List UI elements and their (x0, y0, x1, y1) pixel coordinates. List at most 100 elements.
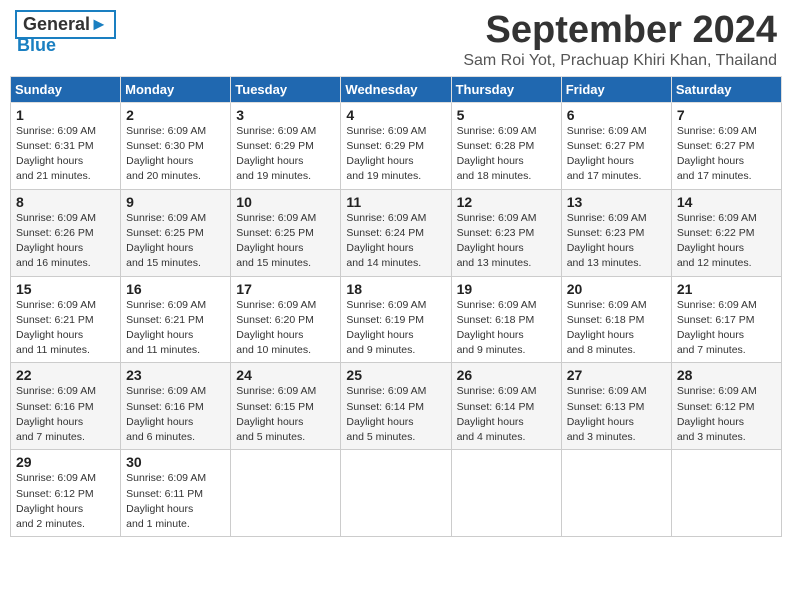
calendar-cell: 10 Sunrise: 6:09 AM Sunset: 6:25 PM Dayl… (231, 189, 341, 276)
day-info: Sunrise: 6:09 AM Sunset: 6:29 PM Dayligh… (236, 124, 335, 185)
day-info: Sunrise: 6:09 AM Sunset: 6:25 PM Dayligh… (126, 211, 225, 272)
day-number: 28 (677, 367, 776, 383)
day-info: Sunrise: 6:09 AM Sunset: 6:23 PM Dayligh… (457, 211, 556, 272)
day-number: 21 (677, 281, 776, 297)
day-number: 8 (16, 194, 115, 210)
calendar-cell: 1 Sunrise: 6:09 AM Sunset: 6:31 PM Dayli… (11, 102, 121, 189)
col-wednesday: Wednesday (341, 76, 451, 102)
day-number: 7 (677, 107, 776, 123)
day-number: 22 (16, 367, 115, 383)
day-info: Sunrise: 6:09 AM Sunset: 6:18 PM Dayligh… (567, 298, 666, 359)
location-subtitle: Sam Roi Yot, Prachuap Khiri Khan, Thaila… (463, 52, 777, 70)
calendar-cell: 19 Sunrise: 6:09 AM Sunset: 6:18 PM Dayl… (451, 276, 561, 363)
day-info: Sunrise: 6:09 AM Sunset: 6:21 PM Dayligh… (16, 298, 115, 359)
day-number: 24 (236, 367, 335, 383)
calendar-cell: 29 Sunrise: 6:09 AM Sunset: 6:12 PM Dayl… (11, 450, 121, 537)
calendar-cell: 23 Sunrise: 6:09 AM Sunset: 6:16 PM Dayl… (121, 363, 231, 450)
col-thursday: Thursday (451, 76, 561, 102)
calendar-cell: 22 Sunrise: 6:09 AM Sunset: 6:16 PM Dayl… (11, 363, 121, 450)
day-info: Sunrise: 6:09 AM Sunset: 6:24 PM Dayligh… (346, 211, 445, 272)
calendar-cell (341, 450, 451, 537)
day-info: Sunrise: 6:09 AM Sunset: 6:27 PM Dayligh… (677, 124, 776, 185)
calendar-table: Sunday Monday Tuesday Wednesday Thursday… (10, 76, 782, 537)
day-number: 4 (346, 107, 445, 123)
calendar-cell: 26 Sunrise: 6:09 AM Sunset: 6:14 PM Dayl… (451, 363, 561, 450)
day-number: 30 (126, 454, 225, 470)
day-info: Sunrise: 6:09 AM Sunset: 6:13 PM Dayligh… (567, 384, 666, 445)
day-number: 27 (567, 367, 666, 383)
day-info: Sunrise: 6:09 AM Sunset: 6:14 PM Dayligh… (346, 384, 445, 445)
day-info: Sunrise: 6:09 AM Sunset: 6:21 PM Dayligh… (126, 298, 225, 359)
day-number: 13 (567, 194, 666, 210)
calendar-cell: 7 Sunrise: 6:09 AM Sunset: 6:27 PM Dayli… (671, 102, 781, 189)
calendar-cell: 18 Sunrise: 6:09 AM Sunset: 6:19 PM Dayl… (341, 276, 451, 363)
calendar-cell: 20 Sunrise: 6:09 AM Sunset: 6:18 PM Dayl… (561, 276, 671, 363)
day-info: Sunrise: 6:09 AM Sunset: 6:12 PM Dayligh… (16, 471, 115, 532)
calendar-cell (671, 450, 781, 537)
day-number: 12 (457, 194, 556, 210)
day-info: Sunrise: 6:09 AM Sunset: 6:23 PM Dayligh… (567, 211, 666, 272)
page-header: General► Blue September 2024 Sam Roi Yot… (10, 10, 782, 70)
calendar-cell: 27 Sunrise: 6:09 AM Sunset: 6:13 PM Dayl… (561, 363, 671, 450)
day-info: Sunrise: 6:09 AM Sunset: 6:26 PM Dayligh… (16, 211, 115, 272)
day-number: 10 (236, 194, 335, 210)
calendar-cell: 24 Sunrise: 6:09 AM Sunset: 6:15 PM Dayl… (231, 363, 341, 450)
day-number: 5 (457, 107, 556, 123)
calendar-cell: 16 Sunrise: 6:09 AM Sunset: 6:21 PM Dayl… (121, 276, 231, 363)
day-info: Sunrise: 6:09 AM Sunset: 6:18 PM Dayligh… (457, 298, 556, 359)
calendar-cell: 25 Sunrise: 6:09 AM Sunset: 6:14 PM Dayl… (341, 363, 451, 450)
day-info: Sunrise: 6:09 AM Sunset: 6:19 PM Dayligh… (346, 298, 445, 359)
day-number: 3 (236, 107, 335, 123)
day-number: 29 (16, 454, 115, 470)
col-tuesday: Tuesday (231, 76, 341, 102)
day-info: Sunrise: 6:09 AM Sunset: 6:16 PM Dayligh… (126, 384, 225, 445)
day-info: Sunrise: 6:09 AM Sunset: 6:28 PM Dayligh… (457, 124, 556, 185)
calendar-cell (451, 450, 561, 537)
calendar-cell: 14 Sunrise: 6:09 AM Sunset: 6:22 PM Dayl… (671, 189, 781, 276)
col-sunday: Sunday (11, 76, 121, 102)
col-saturday: Saturday (671, 76, 781, 102)
calendar-cell: 28 Sunrise: 6:09 AM Sunset: 6:12 PM Dayl… (671, 363, 781, 450)
day-number: 26 (457, 367, 556, 383)
month-title: September 2024 (463, 10, 777, 52)
day-number: 19 (457, 281, 556, 297)
day-info: Sunrise: 6:09 AM Sunset: 6:25 PM Dayligh… (236, 211, 335, 272)
calendar-cell: 17 Sunrise: 6:09 AM Sunset: 6:20 PM Dayl… (231, 276, 341, 363)
day-info: Sunrise: 6:09 AM Sunset: 6:22 PM Dayligh… (677, 211, 776, 272)
calendar-cell: 4 Sunrise: 6:09 AM Sunset: 6:29 PM Dayli… (341, 102, 451, 189)
day-info: Sunrise: 6:09 AM Sunset: 6:30 PM Dayligh… (126, 124, 225, 185)
day-info: Sunrise: 6:09 AM Sunset: 6:29 PM Dayligh… (346, 124, 445, 185)
calendar-cell: 2 Sunrise: 6:09 AM Sunset: 6:30 PM Dayli… (121, 102, 231, 189)
day-number: 2 (126, 107, 225, 123)
day-number: 25 (346, 367, 445, 383)
calendar-cell: 12 Sunrise: 6:09 AM Sunset: 6:23 PM Dayl… (451, 189, 561, 276)
calendar-cell: 6 Sunrise: 6:09 AM Sunset: 6:27 PM Dayli… (561, 102, 671, 189)
day-info: Sunrise: 6:09 AM Sunset: 6:14 PM Dayligh… (457, 384, 556, 445)
calendar-cell: 3 Sunrise: 6:09 AM Sunset: 6:29 PM Dayli… (231, 102, 341, 189)
day-info: Sunrise: 6:09 AM Sunset: 6:31 PM Dayligh… (16, 124, 115, 185)
day-info: Sunrise: 6:09 AM Sunset: 6:12 PM Dayligh… (677, 384, 776, 445)
day-number: 1 (16, 107, 115, 123)
calendar-cell: 13 Sunrise: 6:09 AM Sunset: 6:23 PM Dayl… (561, 189, 671, 276)
day-number: 14 (677, 194, 776, 210)
day-number: 16 (126, 281, 225, 297)
day-number: 20 (567, 281, 666, 297)
calendar-cell: 9 Sunrise: 6:09 AM Sunset: 6:25 PM Dayli… (121, 189, 231, 276)
calendar-cell: 8 Sunrise: 6:09 AM Sunset: 6:26 PM Dayli… (11, 189, 121, 276)
title-block: September 2024 Sam Roi Yot, Prachuap Khi… (463, 10, 777, 70)
day-info: Sunrise: 6:09 AM Sunset: 6:20 PM Dayligh… (236, 298, 335, 359)
calendar-cell (231, 450, 341, 537)
day-number: 17 (236, 281, 335, 297)
calendar-cell: 5 Sunrise: 6:09 AM Sunset: 6:28 PM Dayli… (451, 102, 561, 189)
col-friday: Friday (561, 76, 671, 102)
day-info: Sunrise: 6:09 AM Sunset: 6:15 PM Dayligh… (236, 384, 335, 445)
calendar-cell: 15 Sunrise: 6:09 AM Sunset: 6:21 PM Dayl… (11, 276, 121, 363)
logo: General► Blue (15, 10, 116, 56)
day-number: 11 (346, 194, 445, 210)
day-number: 6 (567, 107, 666, 123)
day-info: Sunrise: 6:09 AM Sunset: 6:27 PM Dayligh… (567, 124, 666, 185)
day-info: Sunrise: 6:09 AM Sunset: 6:17 PM Dayligh… (677, 298, 776, 359)
calendar-cell: 30 Sunrise: 6:09 AM Sunset: 6:11 PM Dayl… (121, 450, 231, 537)
day-info: Sunrise: 6:09 AM Sunset: 6:11 PM Dayligh… (126, 471, 225, 532)
calendar-cell (561, 450, 671, 537)
